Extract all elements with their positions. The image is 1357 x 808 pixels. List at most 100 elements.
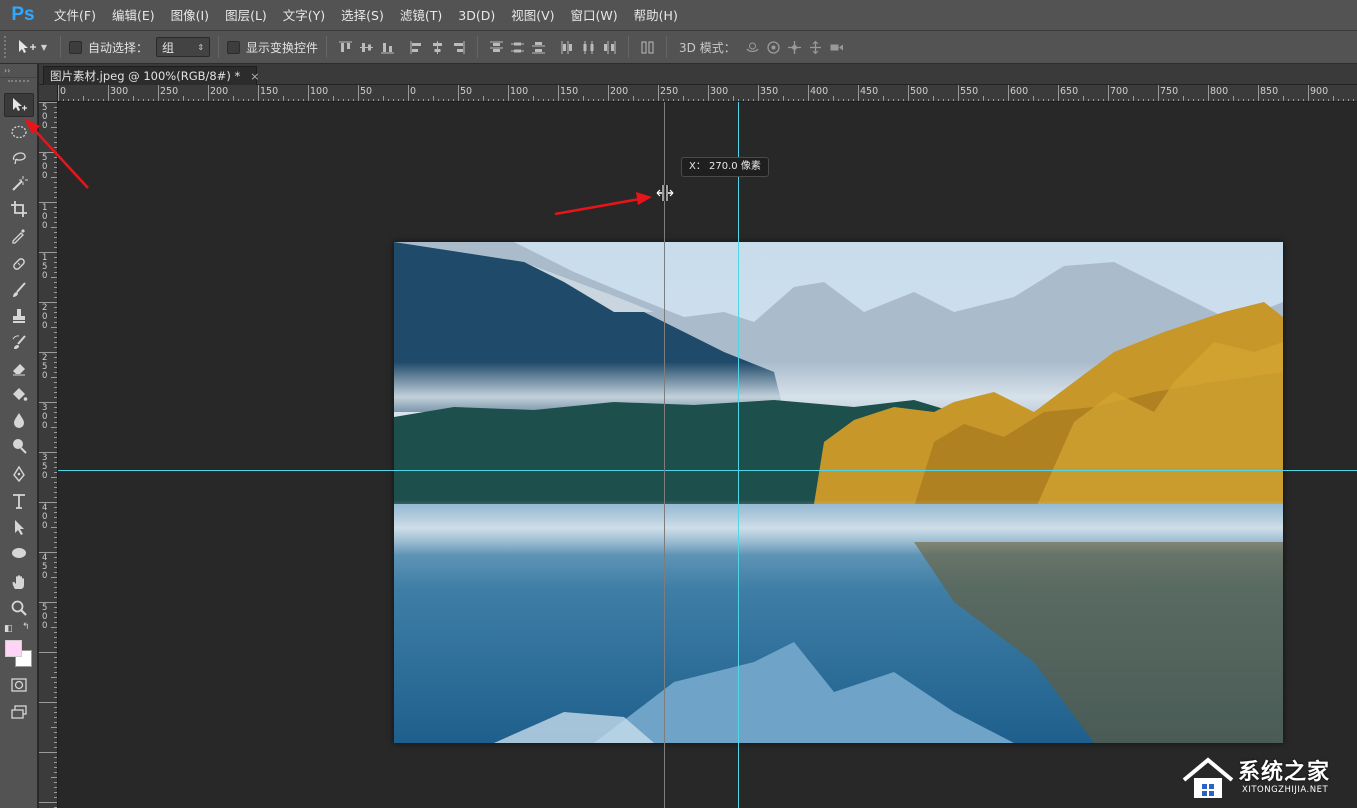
distribute-top-button[interactable] <box>486 36 507 58</box>
hand-tool-button[interactable] <box>4 570 34 594</box>
ruler-tick-label: 350 <box>760 86 779 97</box>
menu-file[interactable]: 文件(F) <box>46 0 104 31</box>
vertical-guide[interactable] <box>738 102 739 808</box>
quick-mask-button[interactable] <box>4 673 34 697</box>
path-selection-tool-button[interactable] <box>4 515 34 539</box>
distribute-hcenter-button[interactable] <box>578 36 599 58</box>
dodge-tool-button[interactable] <box>4 434 34 458</box>
spot-healing-tool-icon <box>13 258 25 270</box>
vertical-ruler[interactable]: 500500100150200250300350400450500 <box>39 102 58 808</box>
ellipse-tool-icon <box>12 548 26 558</box>
document-image[interactable] <box>394 242 1283 743</box>
ruler-tick-label: 0 <box>42 421 48 431</box>
align-hcenter-button[interactable] <box>427 36 448 58</box>
distribute-vcenter-button[interactable] <box>507 36 528 58</box>
menu-image[interactable]: 图像(I) <box>163 0 217 31</box>
auto-align-icon <box>641 41 654 53</box>
options-grip[interactable] <box>4 36 12 58</box>
3d-rotate-button[interactable] <box>742 36 763 58</box>
default-colors-icon[interactable]: ◧ <box>4 624 13 634</box>
dragging-guide[interactable] <box>664 102 665 808</box>
eyedropper-tool-icon <box>12 229 25 244</box>
ruler-tick-label: 300 <box>110 86 129 97</box>
3d-slide-button[interactable] <box>805 36 826 58</box>
foreground-color-swatch[interactable] <box>5 640 22 657</box>
horizontal-guide[interactable] <box>58 470 1357 471</box>
pen-tool-icon <box>13 465 25 483</box>
align-bottom-icon <box>381 42 395 53</box>
align-hcenter-icon <box>433 40 443 54</box>
auto-select-value: 组 <box>162 40 175 55</box>
auto-select-checkbox[interactable] <box>69 40 82 54</box>
menu-select[interactable]: 选择(S) <box>333 0 392 31</box>
ruler-tick-label: 0 <box>42 121 48 131</box>
distribute-right-button[interactable] <box>599 36 620 58</box>
blur-tool-icon <box>14 413 24 428</box>
magic-wand-tool-button[interactable] <box>4 171 34 195</box>
menu-view[interactable]: 视图(V) <box>503 0 562 31</box>
canvas-area[interactable] <box>58 102 1357 808</box>
align-left-button[interactable] <box>406 36 427 58</box>
move-tool-icon <box>13 98 27 111</box>
align-bottom-button[interactable] <box>377 36 398 58</box>
tool-preset-picker[interactable]: ▼ <box>12 35 52 59</box>
ellipse-tool-button[interactable] <box>4 541 34 565</box>
screen-mode-button[interactable] <box>4 700 34 724</box>
distribute-bottom-button[interactable] <box>528 36 549 58</box>
3d-roll-button[interactable] <box>763 36 784 58</box>
ruler-tick-label: 0 <box>410 86 417 97</box>
distribute-left-button[interactable] <box>557 36 578 58</box>
show-transform-checkbox[interactable] <box>227 40 241 54</box>
3d-scale-button[interactable] <box>826 36 847 58</box>
align-right-button[interactable] <box>448 36 469 58</box>
menu-bar: Ps 文件(F) 编辑(E) 图像(I) 图层(L) 文字(Y) 选择(S) 滤… <box>0 0 1357 31</box>
clone-stamp-tool-button[interactable] <box>4 304 34 328</box>
lasso-tool-button[interactable] <box>4 145 34 169</box>
pen-tool-button[interactable] <box>4 462 34 486</box>
house-logo-icon <box>1182 757 1234 798</box>
ruler-tick-label: 0 <box>42 471 48 481</box>
elliptical-marquee-tool-button[interactable] <box>4 120 34 144</box>
zoom-tool-button[interactable] <box>4 596 34 620</box>
menu-help[interactable]: 帮助(H) <box>626 0 686 31</box>
align-vcenter-button[interactable] <box>356 36 377 58</box>
brush-tool-button[interactable] <box>4 278 34 302</box>
ruler-tick-label: 250 <box>660 86 679 97</box>
ruler-tick-label: 0 <box>42 271 48 281</box>
document-tab-bar: 图片素材.jpeg @ 100%(RGB/8#) * × <box>39 64 1357 85</box>
eraser-tool-button[interactable] <box>4 356 34 380</box>
paint-bucket-tool-icon <box>13 388 28 401</box>
ruler-tick-label: 0 <box>42 521 48 531</box>
auto-select-dropdown[interactable]: 组 ⇕ <box>156 37 211 57</box>
document-tab[interactable]: 图片素材.jpeg @ 100%(RGB/8#) * × <box>43 66 259 85</box>
tools-panel-grip[interactable] <box>8 80 29 86</box>
history-brush-tool-button[interactable] <box>4 330 34 354</box>
type-tool-button[interactable] <box>4 489 34 513</box>
menu-filter[interactable]: 滤镜(T) <box>392 0 450 31</box>
distribute-top-icon <box>490 41 504 52</box>
menu-edit[interactable]: 编辑(E) <box>104 0 163 31</box>
move-tool-button[interactable] <box>4 93 34 117</box>
menu-layer[interactable]: 图层(L) <box>217 0 275 31</box>
blur-tool-button[interactable] <box>4 408 34 432</box>
paint-bucket-tool-button[interactable] <box>4 382 34 406</box>
auto-align-button[interactable] <box>637 36 658 58</box>
menu-window[interactable]: 窗口(W) <box>563 0 626 31</box>
menu-type[interactable]: 文字(Y) <box>275 0 333 31</box>
hand-tool-icon <box>12 575 24 589</box>
separator <box>477 36 479 58</box>
align-top-button[interactable] <box>335 36 356 58</box>
ruler-origin[interactable] <box>39 85 58 102</box>
spot-healing-tool-button[interactable] <box>4 252 34 276</box>
tools-panel-header[interactable]: ›› <box>0 64 37 78</box>
horizontal-ruler[interactable]: 0 300 250 200 150 100 50 0 50 100 150 200 250 300 350 4… <box>58 85 1357 102</box>
3d-rotate-icon <box>746 42 759 52</box>
options-bar: ▼ 自动选择： 组 ⇕ 显示变换控件 3D 模式： <box>0 31 1357 64</box>
menu-3d[interactable]: 3D(D) <box>450 0 503 31</box>
eyedropper-tool-button[interactable] <box>4 223 34 247</box>
3d-pan-button[interactable] <box>784 36 805 58</box>
watermark-url: XITONGZHIJIA.NET <box>1242 785 1329 795</box>
crop-tool-button[interactable] <box>4 197 34 221</box>
swap-colors-icon[interactable]: ↰ <box>22 622 30 632</box>
close-icon[interactable]: × <box>250 70 259 83</box>
